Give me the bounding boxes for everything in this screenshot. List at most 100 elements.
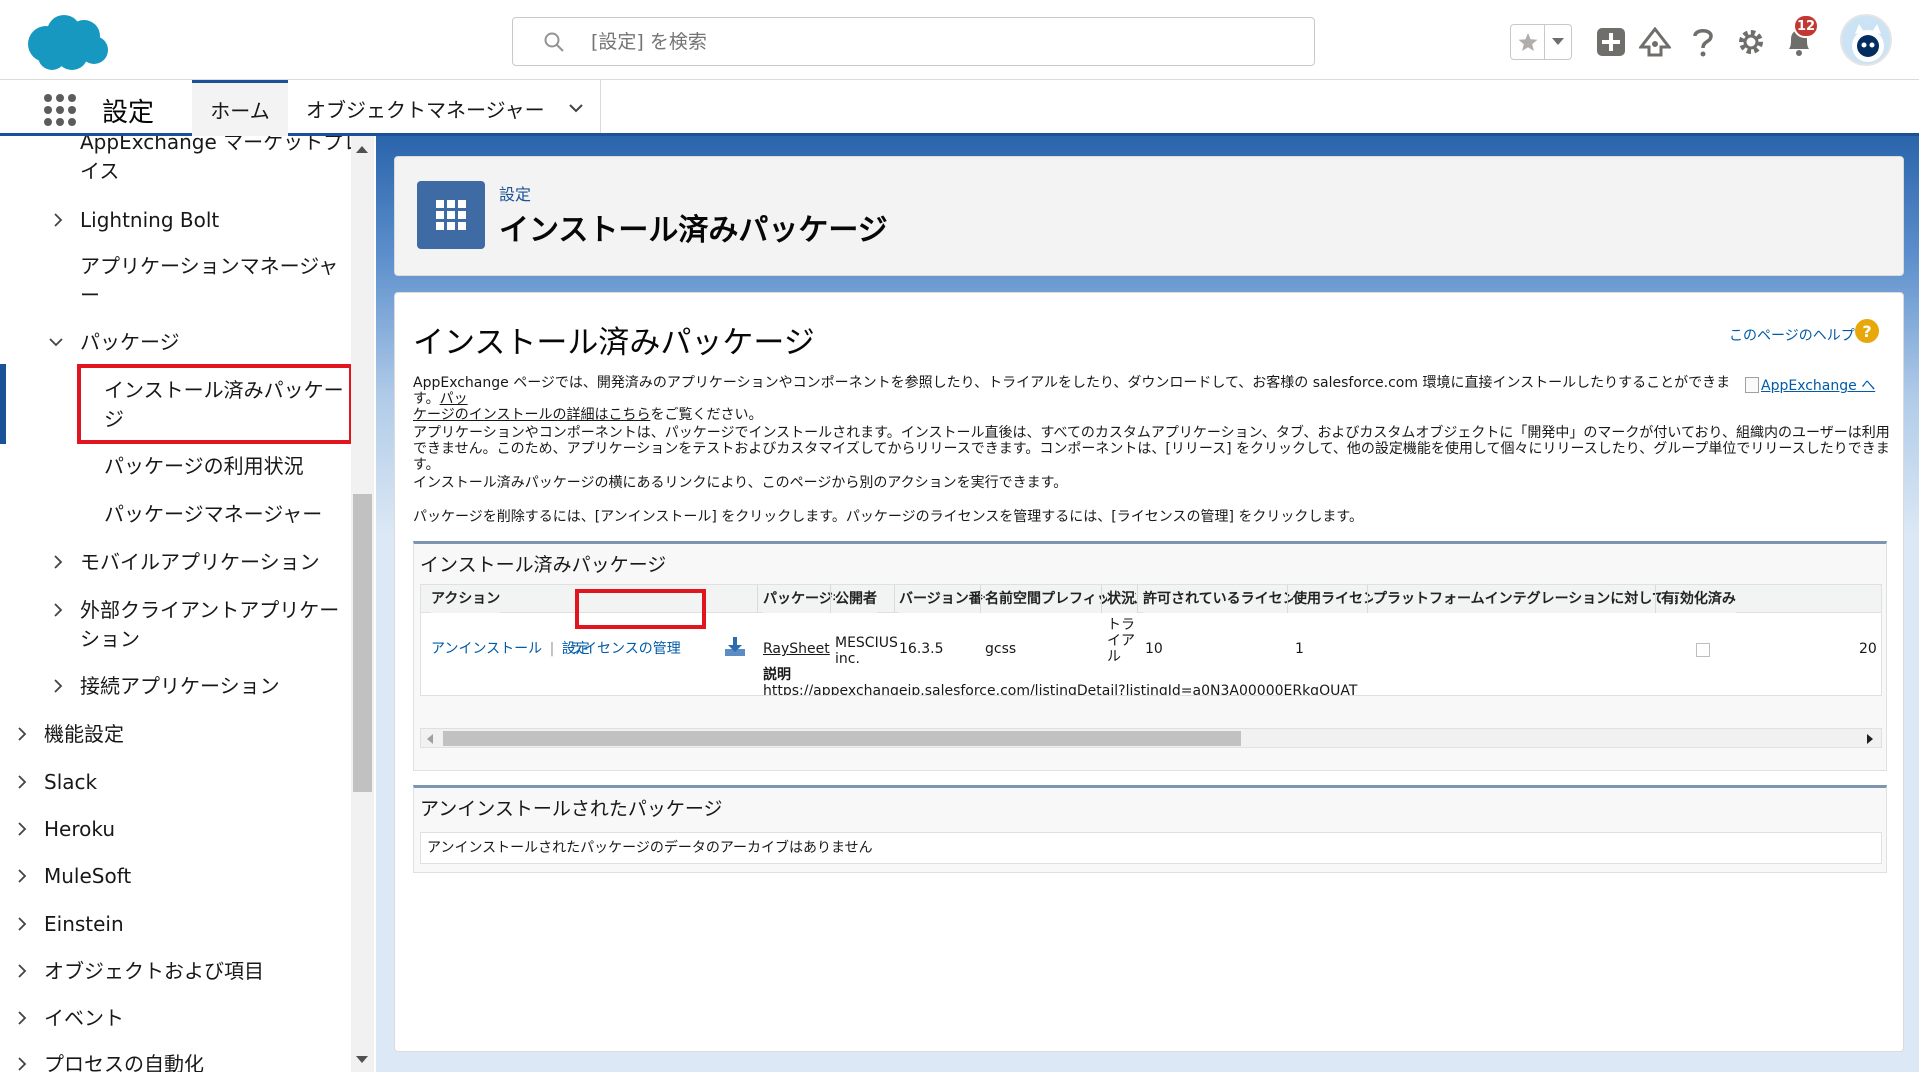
chevron-right-icon[interactable]: [14, 726, 30, 742]
favorites-dropdown-icon[interactable]: [1545, 25, 1571, 59]
column-divider: [1287, 585, 1288, 613]
avatar[interactable]: [1840, 14, 1892, 66]
column-header-publisher[interactable]: 公開者: [835, 585, 877, 613]
table-row: アンインストール | 設定: [431, 641, 590, 657]
sidebar-item-slack[interactable]: Slack: [44, 768, 97, 797]
chevron-down-icon[interactable]: [567, 99, 585, 117]
intro-text: AppExchange ページでは、開発済みのアプリケーションやコンポーネントを…: [413, 375, 1731, 407]
sidebar-item-events[interactable]: イベント: [44, 1004, 124, 1033]
setup-grid-icon: [417, 181, 485, 249]
tab-home[interactable]: ホーム: [192, 80, 288, 136]
column-divider: [1655, 585, 1656, 613]
link-separator: |: [549, 641, 555, 657]
app-launcher-icon[interactable]: [42, 92, 78, 128]
content-area: 設定 インストール済みパッケージ インストール済みパッケージ このページのヘルプ…: [376, 136, 1919, 1072]
main-card: インストール済みパッケージ このページのヘルプ ? AppExchange ペー…: [394, 292, 1904, 1052]
column-divider: [1101, 585, 1102, 613]
description-value: https://appexchangejp.salesforce.com/lis…: [763, 683, 1358, 696]
column-header-status[interactable]: 状況: [1107, 585, 1135, 613]
chevron-right-icon[interactable]: [14, 916, 30, 932]
sidebar-item-mulesoft[interactable]: MuleSoft: [44, 862, 131, 891]
chevron-right-icon[interactable]: [14, 774, 30, 790]
scroll-up-icon[interactable]: [356, 146, 368, 153]
astro-avatar-icon: [1852, 24, 1884, 62]
sidebar-item-heroku[interactable]: Heroku: [44, 815, 115, 844]
column-divider: [894, 585, 895, 613]
page-title: インストール済みパッケージ: [499, 213, 888, 248]
gear-icon[interactable]: [1734, 24, 1768, 60]
sidebar-item-package-usage[interactable]: パッケージの利用状況: [104, 452, 304, 481]
sidebar-item-einstein[interactable]: Einstein: [44, 910, 124, 939]
sidebar-item-lightning-bolt[interactable]: Lightning Bolt: [80, 206, 219, 235]
chevron-right-icon[interactable]: [50, 678, 66, 694]
sidebar-item-package-manager[interactable]: パッケージマネージャー: [104, 500, 322, 529]
chevron-right-icon[interactable]: [14, 1010, 30, 1026]
package-name-link[interactable]: RaySheet: [763, 641, 830, 657]
horizontal-scrollbar-thumb[interactable]: [443, 731, 1241, 746]
uninstall-link[interactable]: アンインストール: [431, 641, 542, 657]
global-search[interactable]: [512, 17, 1315, 66]
chevron-right-icon[interactable]: [14, 963, 30, 979]
scroll-left-icon[interactable]: [427, 734, 433, 744]
scroll-right-icon[interactable]: [1867, 734, 1873, 744]
actions-paragraph: インストール済みパッケージの横にあるリンクにより、このページから別のアクションを…: [413, 475, 1068, 491]
trailhead-icon[interactable]: [1638, 24, 1672, 60]
download-icon[interactable]: [723, 635, 747, 659]
install-details-link[interactable]: ケージのインストールの詳細はこちら: [413, 407, 650, 423]
used-licenses-cell: 1: [1295, 641, 1304, 657]
column-header-version[interactable]: バージョン番号: [899, 585, 997, 613]
chevron-right-icon[interactable]: [50, 554, 66, 570]
sidebar-item-mobile-apps[interactable]: モバイルアプリケーション: [80, 548, 320, 577]
status-text: イア: [1107, 633, 1135, 649]
sidebar-item-feature-settings[interactable]: 機能設定: [44, 720, 124, 749]
favorites-group: [1510, 24, 1572, 60]
column-header-expiry[interactable]: 有: [1661, 585, 1675, 613]
chevron-down-icon[interactable]: [48, 334, 64, 350]
sidebar-item-packages[interactable]: パッケージ: [80, 328, 180, 357]
chevron-right-icon[interactable]: [50, 212, 66, 228]
chevron-right-icon[interactable]: [14, 1056, 30, 1072]
global-actions-icon[interactable]: [1594, 24, 1628, 60]
expiry-cell: 20: [1859, 641, 1877, 657]
favorite-star-icon[interactable]: [1511, 25, 1545, 59]
tab-object-manager[interactable]: オブジェクトマネージャー: [292, 80, 585, 136]
manage-license-link[interactable]: ライセンスの管理: [569, 641, 681, 657]
column-divider: [1367, 585, 1368, 613]
question-icon[interactable]: ?: [1855, 319, 1879, 343]
help-icon[interactable]: [1686, 24, 1720, 60]
installed-packages-title: インストール済みパッケージ: [420, 554, 667, 576]
chevron-right-icon[interactable]: [50, 602, 66, 618]
chevron-right-icon[interactable]: [14, 821, 30, 837]
salesforce-logo-icon[interactable]: [22, 12, 110, 74]
sidebar-item-connected-apps[interactable]: 接続アプリケーション: [80, 672, 280, 701]
sidebar-item-external-client-apps[interactable]: 外部クライアントアプリケー ション: [80, 596, 339, 654]
sidebar-item-appexchange[interactable]: AppExchange マーケットプレ イス: [80, 136, 363, 186]
help-link[interactable]: このページのヘルプ: [1729, 325, 1855, 345]
chevron-right-icon[interactable]: [14, 868, 30, 884]
broken-image-icon: [1745, 377, 1759, 393]
table-horizontal-scrollbar[interactable]: [420, 728, 1882, 748]
status-cell: トラ イア ル: [1107, 617, 1135, 665]
column-divider: [757, 585, 758, 613]
sidebar-item-app-manager[interactable]: アプリケーションマネージャ ー: [80, 252, 338, 310]
installed-packages-section: インストール済みパッケージ アクション パッケージ名 公開者 バージョン番号 名…: [413, 541, 1887, 771]
page-header: 設定 インストール済みパッケージ: [394, 156, 1904, 276]
intro-paragraph: AppExchange ページでは、開発済みのアプリケーションやコンポーネントを…: [413, 375, 1733, 423]
appexchange-link[interactable]: AppExchange へ: [1745, 375, 1875, 395]
version-cell: 16.3.5: [899, 641, 944, 657]
publisher-text: MESCIUS: [835, 635, 898, 651]
sidebar-item-objects-and-fields[interactable]: オブジェクトおよび項目: [44, 957, 264, 986]
app-name: 設定: [102, 98, 155, 128]
sidebar-scrollbar-thumb[interactable]: [353, 494, 372, 792]
breadcrumb[interactable]: 設定: [499, 181, 531, 205]
scroll-down-icon[interactable]: [356, 1056, 368, 1063]
sidebar-item-label: AppExchange マーケットプレ: [80, 136, 364, 154]
setup-sidebar: AppExchange マーケットプレ イス Lightning Bolt アプ…: [0, 136, 374, 1072]
description-label: 説明: [763, 667, 791, 683]
search-input[interactable]: [591, 18, 1291, 65]
sidebar-item-process-automation[interactable]: プロセスの自動化: [44, 1050, 204, 1072]
platform-integration-checkbox: [1696, 643, 1710, 657]
sidebar-item-label: ション: [80, 627, 140, 651]
column-header-platform-integration[interactable]: プラットフォームインテグレーションに対して有効化済み: [1373, 585, 1736, 613]
install-details-link[interactable]: パッ: [440, 391, 468, 407]
